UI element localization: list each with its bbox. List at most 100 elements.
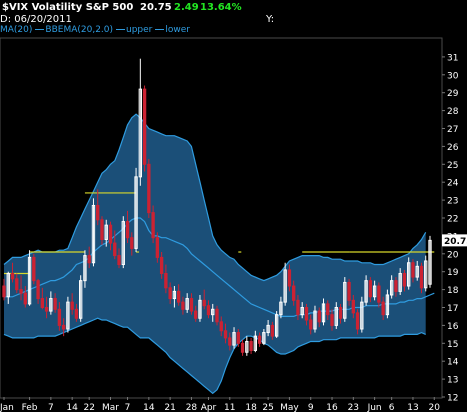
candle-body bbox=[215, 308, 219, 323]
x-tick-label: May bbox=[280, 403, 299, 412]
candle-28 bbox=[121, 216, 125, 269]
candle-32 bbox=[138, 58, 142, 186]
y-tick-label: 22 bbox=[447, 215, 458, 225]
x-tick-label: Jan bbox=[0, 403, 14, 412]
candle-body bbox=[419, 265, 424, 289]
candle-body bbox=[61, 324, 66, 330]
y-tick-label: 30 bbox=[447, 71, 459, 81]
candle-6 bbox=[27, 250, 32, 306]
candle-body bbox=[287, 269, 292, 287]
y-tick-label: 24 bbox=[447, 179, 459, 189]
x-tick-label: 11 bbox=[224, 403, 235, 412]
candle-body bbox=[292, 285, 296, 301]
candle-body bbox=[40, 298, 45, 308]
x-tick-label: 7 bbox=[48, 403, 54, 412]
candle-body bbox=[228, 337, 232, 346]
candle-15 bbox=[66, 296, 70, 333]
x-tick-label: Apr bbox=[201, 403, 217, 412]
candle-body bbox=[155, 237, 160, 258]
candle-body bbox=[164, 272, 168, 289]
candle-body bbox=[147, 163, 151, 214]
x-tick-label: 9 bbox=[308, 403, 314, 412]
candle-33 bbox=[142, 85, 147, 172]
candle-18 bbox=[79, 275, 83, 322]
candle-body bbox=[10, 272, 15, 280]
candle-34 bbox=[147, 158, 151, 218]
candle-body bbox=[304, 307, 309, 321]
candle-body bbox=[355, 312, 360, 330]
candle-21 bbox=[91, 198, 96, 267]
candle-body bbox=[296, 299, 300, 316]
x-tick-label: 16 bbox=[326, 403, 338, 412]
candle-body bbox=[70, 301, 74, 310]
candle-body bbox=[219, 321, 223, 332]
candle-body bbox=[347, 281, 351, 301]
candle-body bbox=[326, 303, 330, 316]
candle-body bbox=[100, 219, 104, 240]
candle-body bbox=[159, 256, 164, 274]
y-tick-label: 17 bbox=[447, 304, 458, 314]
candle-64 bbox=[274, 311, 279, 338]
candle-body bbox=[181, 301, 185, 310]
x-tick-label: 23 bbox=[348, 403, 359, 412]
candle-body bbox=[36, 280, 40, 300]
y-tick-label: 16 bbox=[447, 322, 459, 332]
candle-57 bbox=[245, 336, 249, 356]
candle-body bbox=[381, 301, 385, 316]
y-tick-label: 23 bbox=[447, 197, 458, 207]
candle-body bbox=[202, 299, 206, 307]
y-tick-label: 14 bbox=[447, 358, 459, 368]
candle-body bbox=[2, 285, 6, 298]
candle-body bbox=[53, 298, 57, 310]
y-tick-label: 20 bbox=[447, 250, 459, 260]
candle-body bbox=[113, 242, 117, 257]
candle-body bbox=[206, 305, 211, 316]
x-tick-label: 22 bbox=[83, 403, 94, 412]
candle-body bbox=[87, 255, 91, 264]
candle-7 bbox=[32, 253, 36, 285]
candle-99 bbox=[424, 255, 428, 292]
candle-body bbox=[108, 224, 113, 244]
candle-body bbox=[270, 324, 275, 337]
candle-body bbox=[74, 308, 79, 319]
x-tick-label: 14 bbox=[143, 403, 155, 412]
candle-body bbox=[125, 221, 130, 239]
candle-body bbox=[23, 292, 27, 305]
candle-body bbox=[411, 262, 415, 278]
y-tick-label: 28 bbox=[447, 107, 459, 117]
x-tick-label: 21 bbox=[164, 403, 175, 412]
x-tick-label: Mar bbox=[102, 403, 119, 412]
x-tick-label: 6 bbox=[389, 403, 395, 412]
x-tick-label: Feb bbox=[22, 403, 38, 412]
candle-body bbox=[338, 307, 343, 319]
x-tick-label: 7 bbox=[125, 403, 131, 412]
candle-body bbox=[330, 314, 334, 326]
candle-body bbox=[394, 280, 398, 292]
candle-body bbox=[57, 308, 62, 326]
candle-body bbox=[130, 237, 134, 249]
x-tick-label: 25 bbox=[262, 403, 273, 412]
candle-100 bbox=[428, 235, 432, 288]
candle-body bbox=[402, 272, 407, 287]
candle-body bbox=[117, 255, 121, 266]
candle-58 bbox=[249, 337, 253, 355]
x-tick-label: 13 bbox=[407, 403, 418, 412]
y-tick-label: 25 bbox=[447, 161, 458, 171]
candle-body bbox=[176, 290, 181, 303]
last-value-label: 20.75 bbox=[444, 237, 467, 247]
candle-body bbox=[151, 212, 155, 239]
x-tick-label: 18 bbox=[245, 403, 257, 412]
y-tick-label: 18 bbox=[447, 286, 459, 296]
x-tick-label: 28 bbox=[186, 403, 198, 412]
candle-body bbox=[249, 341, 253, 351]
y-tick-label: 13 bbox=[447, 376, 458, 386]
candle-body bbox=[19, 289, 23, 294]
candle-56 bbox=[240, 339, 245, 356]
x-tick-label: 14 bbox=[66, 403, 78, 412]
candle-body bbox=[240, 342, 245, 353]
candle-84 bbox=[360, 296, 364, 333]
candle-body bbox=[15, 278, 19, 291]
candle-body bbox=[351, 299, 355, 314]
candle-body bbox=[257, 335, 262, 344]
bollinger-band-fill bbox=[4, 114, 426, 394]
